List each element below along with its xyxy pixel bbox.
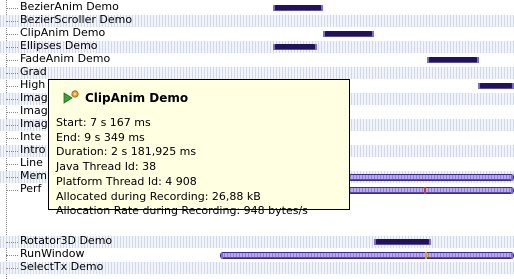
tree-row-label: Ellipses Demo	[20, 39, 98, 52]
tree-branch-line	[6, 255, 18, 256]
thread-lifespan-bar[interactable]	[427, 57, 479, 63]
tree-row-label: Inte	[20, 130, 42, 143]
tree-row-label: Imag	[20, 91, 48, 104]
thread-run-icon	[63, 89, 81, 108]
thread-lifespan-bar[interactable]	[273, 5, 323, 11]
thread-lifespan-bar[interactable]	[478, 83, 514, 89]
event-marker[interactable]	[425, 252, 427, 259]
tree-branch-line	[6, 190, 18, 191]
tree-row-label: Intro	[20, 143, 46, 156]
thread-lifespan-bar[interactable]	[340, 187, 514, 194]
tree-branch-line	[6, 86, 18, 87]
thread-details-tooltip: ClipAnim Demo Start: 7 s 167 ms End: 9 s…	[48, 79, 350, 217]
tooltip-line-start: Start: 7 s 167 ms	[56, 116, 151, 129]
thread-lifespan-bar[interactable]	[323, 31, 374, 37]
tooltip-title-text: ClipAnim Demo	[85, 91, 189, 105]
thread-lifespan-bar[interactable]	[340, 174, 514, 181]
tree-row-label: High	[20, 78, 46, 91]
tree-branch-line	[6, 99, 18, 100]
tree-row-label: Perf	[20, 182, 42, 195]
tree-branch-line	[6, 8, 18, 9]
tree-row-label: Imag	[20, 104, 48, 117]
tree-branch-line	[6, 47, 18, 48]
tooltip-line-java-thread-id: Java Thread Id: 38	[56, 160, 157, 174]
thread-lifespan-bar[interactable]	[374, 239, 431, 245]
tree-row-label: Mem	[20, 169, 47, 182]
tree-branch-line	[6, 21, 18, 22]
tree-branch-line	[6, 73, 18, 74]
tree-row-label: RunWindow	[20, 247, 85, 260]
thread-lifespan-bar[interactable]	[220, 252, 514, 259]
tree-branch-line	[6, 112, 18, 113]
tree-branch-line	[6, 138, 18, 139]
tree-row-label: Rotator3D Demo	[20, 234, 113, 247]
tree-row-label: BezierScroller Demo	[20, 13, 133, 26]
tree-branch-line	[6, 60, 18, 61]
tooltip-line-allocation-rate: Allocation Rate during Recording: 948 by…	[56, 204, 308, 218]
tree-row-label: BezierAnim Demo	[20, 0, 119, 13]
tree-row-label: Imag	[20, 117, 48, 130]
tree-row-label: ClipAnim Demo	[20, 26, 106, 39]
tooltip-line-platform-thread-id: Platform Thread Id: 4 908	[56, 174, 197, 188]
tree-branch-line	[6, 125, 18, 126]
tree-row-label: Line	[20, 156, 43, 169]
tree-branch-line	[6, 242, 18, 243]
tooltip-title: ClipAnim Demo	[63, 89, 188, 107]
tree-branch-line	[6, 177, 18, 178]
tooltip-line-duration: Duration: 2 s 181,925 ms	[56, 145, 197, 159]
tree-row-label: SelectTx Demo	[20, 260, 104, 273]
tree-row-label: Grad	[20, 65, 47, 78]
tree-row-label: FadeAnim Demo	[20, 52, 111, 65]
tree-branch-line	[6, 164, 18, 165]
tooltip-line-end: End: 9 s 349 ms	[56, 130, 145, 144]
tree-branch-line	[6, 268, 18, 269]
tree-row[interactable]: Grad	[0, 65, 514, 79]
tree-branch-line	[6, 34, 18, 35]
tooltip-line-allocated: Allocated during Recording: 26,88 kB	[56, 189, 261, 203]
tooltip-details: Start: 7 s 167 ms End: 9 s 349 ms Durati…	[56, 116, 308, 219]
tree-row[interactable]: FadeAnim Demo	[0, 52, 514, 66]
tree-row[interactable]: SelectTx Demo	[0, 260, 514, 274]
thread-lifespan-bar[interactable]	[273, 44, 317, 50]
event-marker[interactable]	[424, 187, 426, 194]
tree-branch-line	[6, 151, 18, 152]
